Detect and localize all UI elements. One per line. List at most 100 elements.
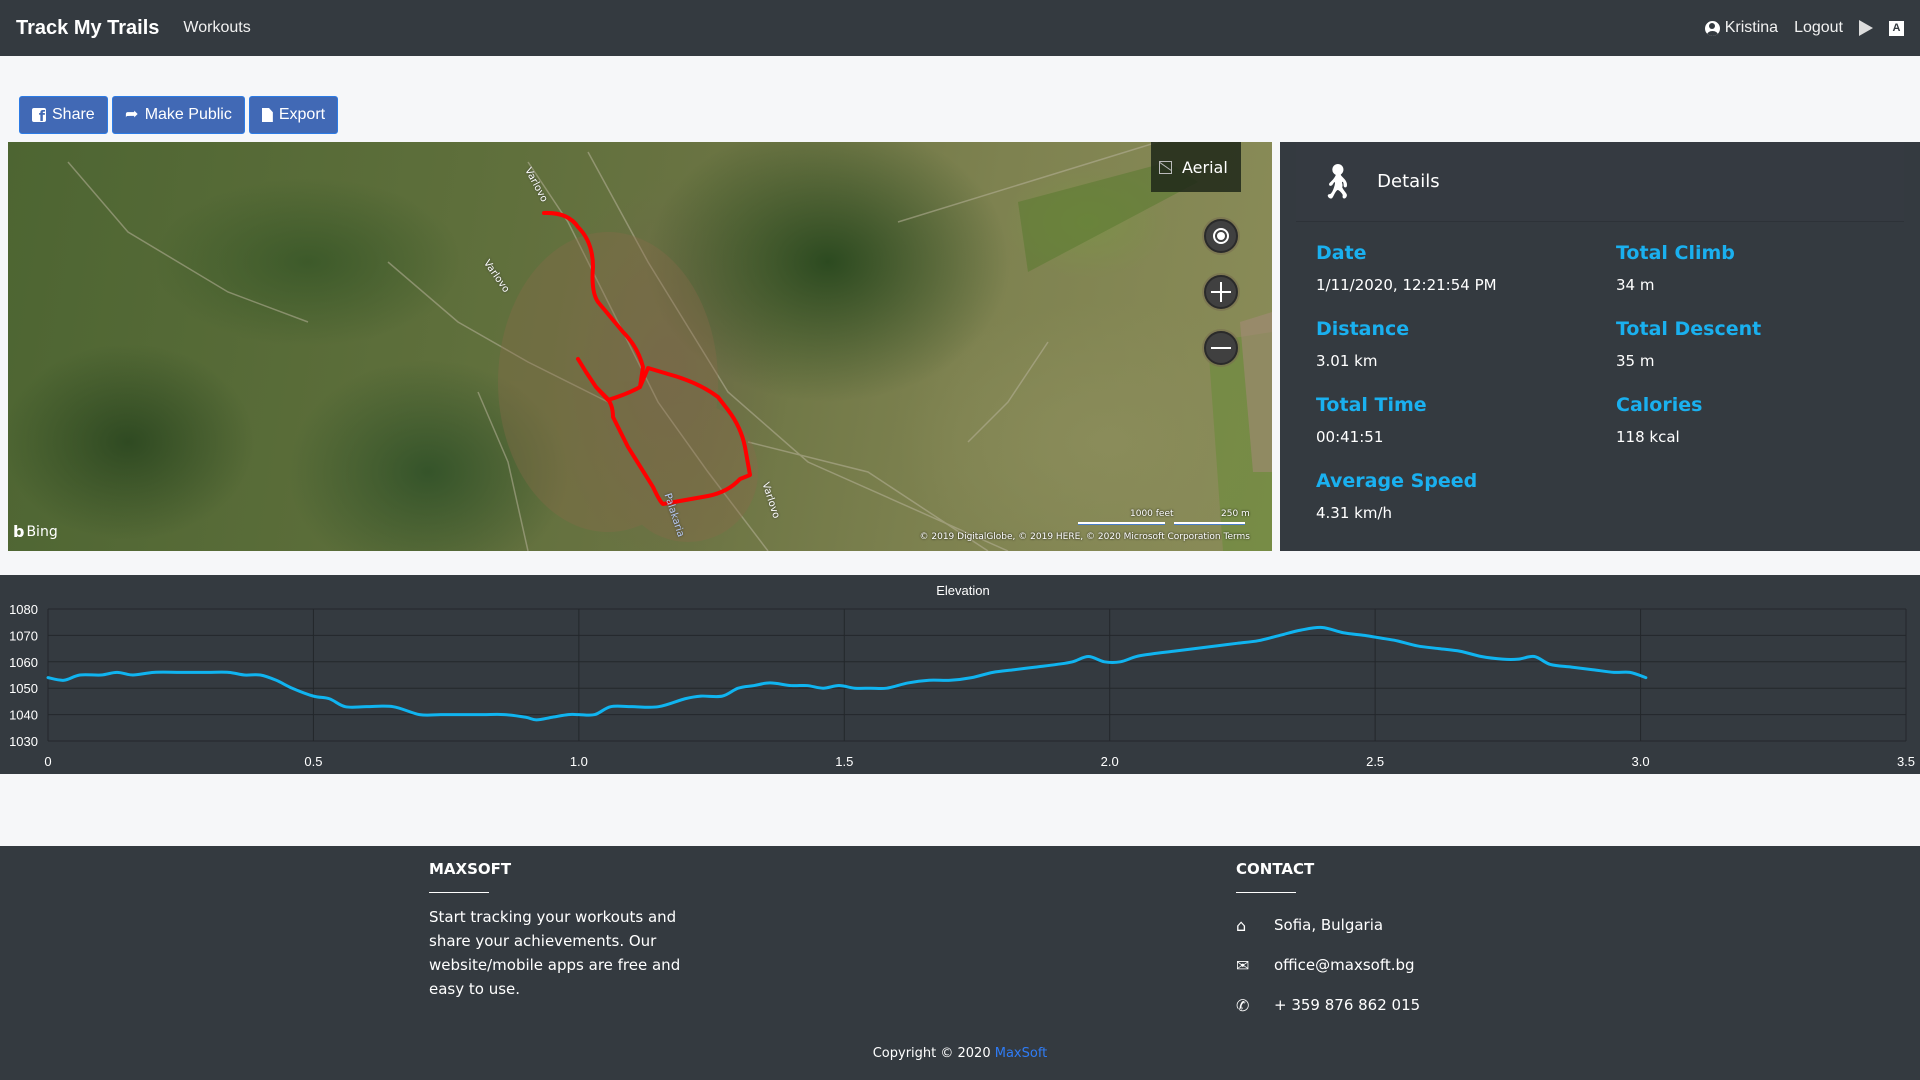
map-view[interactable]: Varlovo Varlovo Palakaria Varlovo Aerial…	[8, 142, 1272, 551]
user-menu[interactable]: Kristina	[1704, 19, 1779, 37]
make-public-button[interactable]: ➦ Make Public	[111, 96, 245, 134]
y-tick-label: 1070	[9, 628, 38, 643]
map-layer-button[interactable]: Aerial	[1151, 142, 1241, 192]
user-name: Kristina	[1724, 19, 1779, 36]
details-header: 🚶︎ Details	[1296, 142, 1904, 222]
elevation-data-points	[47, 627, 1646, 720]
footer-about-title: MAXSOFT	[429, 860, 512, 878]
y-tick-label: 1030	[9, 734, 38, 749]
copyright-link[interactable]: MaxSoft	[995, 1046, 1048, 1061]
stat-distance: Distance 3.01 km	[1316, 318, 1616, 394]
scale-bar-feet	[1078, 522, 1165, 525]
map-settlement	[498, 232, 758, 542]
locate-icon	[1213, 228, 1229, 244]
scale-label-meters: 250 m	[1221, 509, 1250, 519]
map-road	[967, 341, 1049, 443]
stat-value: 00:41:51	[1316, 428, 1384, 446]
footer: MAXSOFT Start tracking your workouts and…	[0, 846, 1920, 1080]
locate-me-button[interactable]	[1204, 219, 1238, 253]
x-tick-label: 3.0	[1632, 754, 1650, 769]
brand-logo[interactable]: Track My Trails	[16, 17, 159, 40]
stat-label: Total Time	[1316, 394, 1427, 416]
footer-about-text: Start tracking your workouts and share y…	[429, 908, 681, 998]
y-tick-label: 1050	[9, 681, 38, 696]
elevation-chart: Elevation 1080 1070 1060 1050 1040 1030 0 0.5 1…	[0, 575, 1920, 774]
map-layer-label: Aerial	[1182, 157, 1228, 177]
stat-label: Total Descent	[1616, 318, 1762, 340]
navbar: Track My Trails Workouts Kristina Logout…	[0, 0, 1920, 56]
contact-phone: ✆ + 359 876 862 015	[1236, 985, 1420, 1025]
export-button[interactable]: Export	[248, 96, 339, 134]
walking-icon: 🚶︎	[1316, 161, 1360, 202]
chart-title: Elevation	[936, 583, 989, 598]
footer-contact: CONTACT ⌂ Sofia, Bulgaria ✉ office@maxso…	[1236, 860, 1420, 1025]
y-tick-label: 1060	[9, 655, 38, 670]
contact-email-text[interactable]: office@maxsoft.bg	[1274, 956, 1415, 974]
bing-logo: b Bing	[13, 522, 58, 541]
stat-value: 4.31 km/h	[1316, 504, 1393, 522]
make-public-button-label: Make Public	[144, 106, 232, 123]
app-store-icon[interactable]: A	[1889, 20, 1904, 36]
stat-date: Date 1/11/2020, 12:21:54 PM	[1316, 242, 1616, 318]
plus-icon-vertical	[1220, 282, 1222, 302]
stat-value: 35 m	[1616, 352, 1655, 370]
export-button-label: Export	[278, 106, 326, 123]
scale-bar-meters	[1174, 522, 1245, 525]
footer-divider	[1236, 892, 1296, 893]
x-tick-label: 2.5	[1366, 754, 1384, 769]
bing-b-icon: b	[13, 522, 25, 541]
google-play-icon[interactable]	[1859, 20, 1873, 36]
copyright-text: Copyright © 2020	[872, 1046, 991, 1061]
stat-value: 34 m	[1616, 276, 1655, 294]
footer-about: MAXSOFT Start tracking your workouts and…	[429, 860, 689, 1001]
stat-label: Distance	[1316, 318, 1410, 340]
details-stats: Date 1/11/2020, 12:21:54 PM Total Climb …	[1316, 242, 1916, 546]
scale-label-feet: 1000 feet	[1130, 509, 1174, 519]
details-panel: 🚶︎ Details Date 1/11/2020, 12:21:54 PM T…	[1280, 142, 1920, 551]
details-title: Details	[1377, 171, 1440, 192]
x-tick-label: 3.5	[1897, 754, 1915, 769]
footer-divider	[429, 892, 489, 893]
home-icon: ⌂	[1236, 915, 1247, 935]
envelope-icon: ✉	[1236, 955, 1250, 975]
zoom-out-button[interactable]	[1204, 331, 1238, 365]
contact-email: ✉ office@maxsoft.bg	[1236, 945, 1420, 985]
chart-y-ticks: 1080 1070 1060 1050 1040 1030	[9, 602, 38, 749]
contact-phone-text[interactable]: + 359 876 862 015	[1274, 996, 1420, 1014]
facebook-icon	[32, 108, 46, 125]
share-button-label: Share	[52, 106, 95, 123]
contact-address: ⌂ Sofia, Bulgaria	[1236, 905, 1420, 945]
map-road	[67, 161, 309, 323]
share-button[interactable]: Share	[19, 96, 108, 134]
minus-icon	[1211, 347, 1231, 349]
stat-label: Average Speed	[1316, 470, 1478, 492]
stat-value: 3.01 km	[1316, 352, 1378, 370]
x-tick-label: 1.0	[570, 754, 588, 769]
map-attribution[interactable]: © 2019 DigitalGlobe, © 2019 HERE, © 2020…	[920, 532, 1250, 542]
user-circle-icon	[1704, 20, 1720, 36]
stat-total-time: Total Time 00:41:51	[1316, 394, 1616, 470]
logout-link[interactable]: Logout	[1794, 19, 1843, 37]
stat-label: Date	[1316, 242, 1367, 264]
bing-label: Bing	[26, 523, 58, 540]
x-tick-label: 1.5	[835, 754, 853, 769]
file-export-icon	[261, 108, 273, 122]
stat-label: Calories	[1616, 394, 1703, 416]
elevation-series-line	[46, 625, 1648, 722]
x-tick-label: 0	[44, 754, 51, 769]
action-bar: Share ➦ Make Public Export	[19, 96, 339, 134]
stat-label: Total Climb	[1616, 242, 1735, 264]
map-overlay	[67, 142, 1272, 551]
stat-average-speed: Average Speed 4.31 km/h	[1316, 470, 1616, 546]
stat-value: 1/11/2020, 12:21:54 PM	[1316, 276, 1497, 294]
contact-address-text: Sofia, Bulgaria	[1274, 916, 1384, 934]
zoom-in-button[interactable]	[1204, 275, 1238, 309]
copyright: Copyright © 2020 MaxSoft	[0, 1046, 1920, 1061]
stat-total-climb: Total Climb 34 m	[1616, 242, 1916, 318]
y-tick-label: 1080	[9, 602, 38, 617]
x-tick-label: 2.0	[1101, 754, 1119, 769]
aerial-layer-icon	[1159, 160, 1172, 174]
footer-contact-title: CONTACT	[1236, 860, 1315, 878]
y-tick-label: 1040	[9, 708, 38, 723]
nav-link-workouts[interactable]: Workouts	[183, 19, 250, 37]
